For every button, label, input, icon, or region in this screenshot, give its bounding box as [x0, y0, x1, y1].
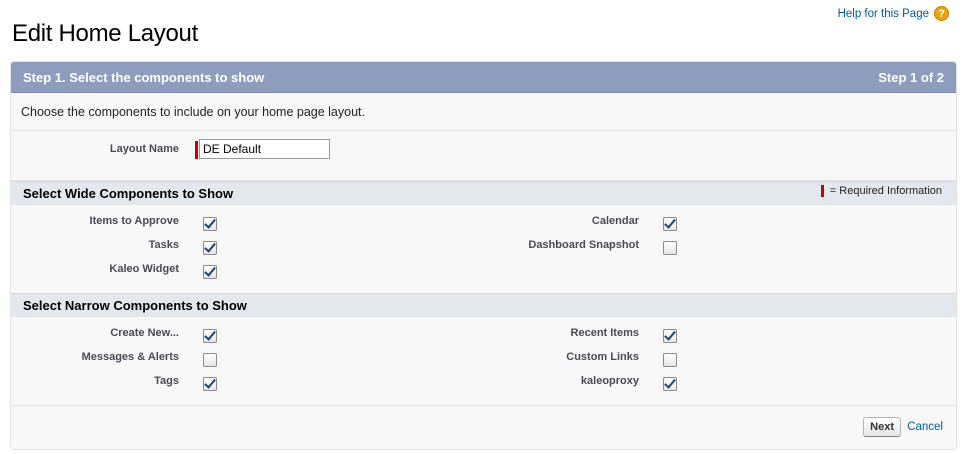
edit-layout-panel: Step 1. Select the components to show St… [10, 61, 957, 450]
checkbox-custom-links[interactable] [663, 353, 677, 367]
next-button[interactable]: Next [863, 417, 901, 437]
wide-components-header: Select Wide Components to Show = Require… [11, 181, 956, 205]
required-legend: = Required Information [820, 185, 942, 197]
required-legend-marker [820, 185, 824, 197]
cancel-link[interactable]: Cancel [907, 421, 943, 433]
layout-name-input[interactable] [199, 139, 330, 159]
component-label-create-new: Create New... [110, 327, 179, 339]
component-label-tags: Tags [154, 375, 179, 387]
step-title: Step 1. Select the components to show [23, 69, 265, 85]
step-indicator: Step 1 of 2 [878, 69, 944, 85]
required-indicator [195, 141, 198, 159]
checkbox-kaleo-widget[interactable] [203, 265, 217, 279]
checkbox-tags[interactable] [203, 377, 217, 391]
button-bar: Next Cancel [11, 405, 956, 449]
component-label-tasks: Tasks [148, 239, 179, 251]
layout-name-row: Layout Name [11, 131, 956, 181]
checkbox-tasks[interactable] [203, 241, 217, 255]
instructions-text: Choose the components to include on your… [11, 93, 956, 131]
checkbox-kaleoproxy[interactable] [663, 377, 677, 391]
narrow-components-list: Create New... Messages & Alerts Tags Rec… [11, 317, 956, 405]
required-legend-text: = Required Information [829, 185, 942, 197]
component-label-messages-alerts: Messages & Alerts [81, 351, 179, 363]
component-label-calendar: Calendar [591, 215, 639, 227]
component-label-dashboard-snapshot: Dashboard Snapshot [528, 239, 639, 251]
page-title: Edit Home Layout [12, 20, 198, 48]
checkbox-create-new[interactable] [203, 329, 217, 343]
checkbox-dashboard-snapshot[interactable] [663, 241, 677, 255]
checkbox-calendar[interactable] [663, 217, 677, 231]
component-label-kaleo-widget: Kaleo Widget [109, 263, 179, 275]
wide-components-title: Select Wide Components to Show [23, 186, 234, 201]
narrow-components-title: Select Narrow Components to Show [23, 298, 247, 313]
checkbox-messages-alerts[interactable] [203, 353, 217, 367]
step-header: Step 1. Select the components to show St… [11, 62, 956, 93]
component-label-kaleoproxy: kaleoproxy [580, 375, 639, 387]
component-label-items-to-approve: Items to Approve [89, 215, 179, 227]
wide-components-list: Items to Approve Tasks Kaleo Widget Cale… [11, 205, 956, 293]
narrow-components-header: Select Narrow Components to Show [11, 293, 956, 317]
checkbox-recent-items[interactable] [663, 329, 677, 343]
component-label-custom-links: Custom Links [566, 351, 639, 363]
question-icon[interactable]: ? [934, 6, 949, 21]
checkbox-items-to-approve[interactable] [203, 217, 217, 231]
component-label-recent-items: Recent Items [570, 327, 639, 339]
help-area: Help for this Page ? [838, 6, 949, 21]
help-link[interactable]: Help for this Page [838, 8, 929, 20]
layout-name-label: Layout Name [109, 143, 179, 155]
